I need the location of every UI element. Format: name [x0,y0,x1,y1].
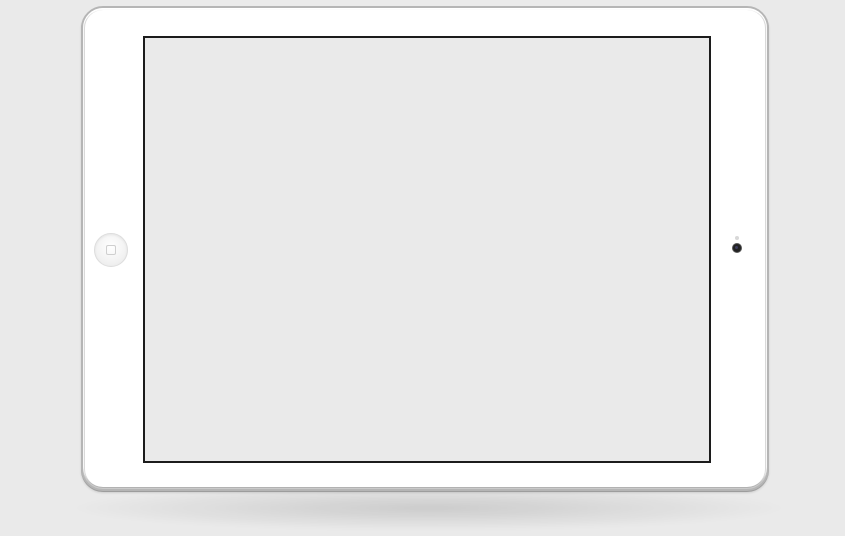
tablet-shadow [76,486,782,530]
tablet-screen [143,36,711,463]
sensor-dot-icon [735,236,739,240]
home-button-icon[interactable] [94,233,128,267]
home-square-icon [106,245,116,255]
page-background [0,0,845,536]
tablet-frame [81,6,769,491]
camera-icon [733,244,741,252]
